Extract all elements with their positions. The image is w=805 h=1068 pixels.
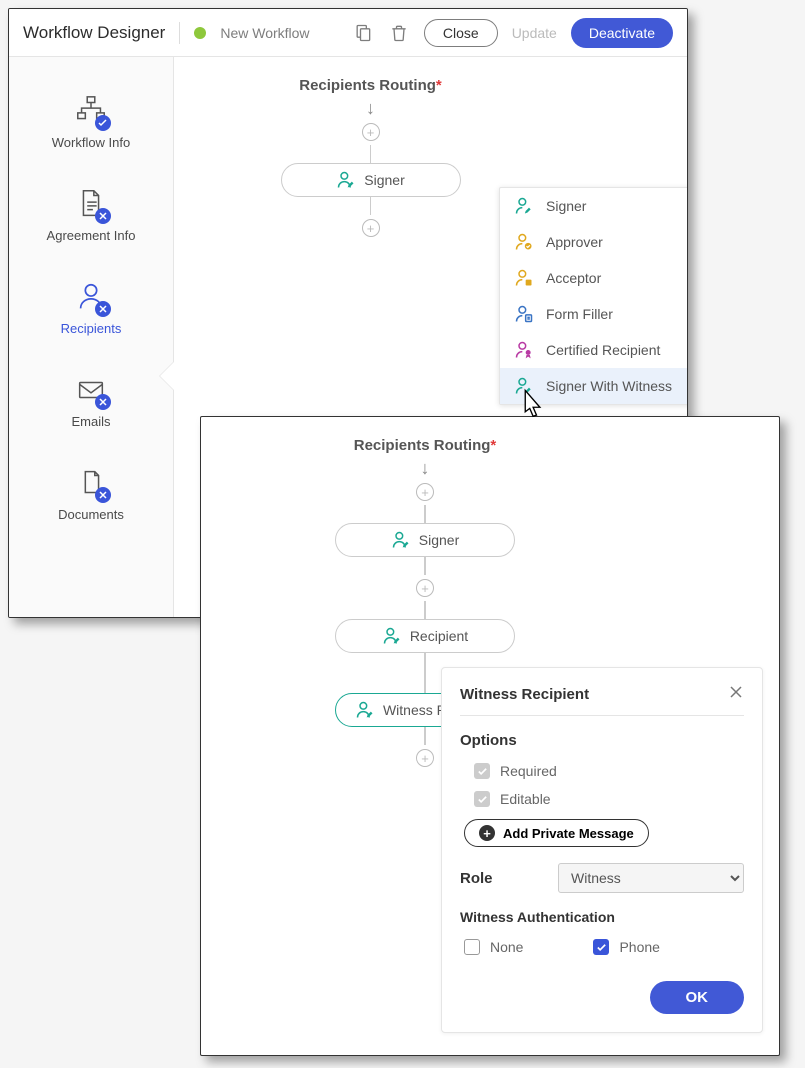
sidebar-item-emails[interactable]: Emails (9, 354, 173, 447)
ok-button[interactable]: OK (650, 981, 745, 1014)
role-dropdown: Signer Approver Acceptor Form Filler Cer… (499, 187, 688, 405)
dropdown-item-signer[interactable]: Signer (500, 188, 688, 224)
dropdown-item-approver[interactable]: Approver (500, 224, 688, 260)
close-icon[interactable] (728, 684, 744, 705)
dropdown-item-label: Approver (546, 234, 603, 250)
node-label: Signer (364, 172, 404, 188)
dropdown-item-label: Signer (546, 198, 586, 214)
person-icon (73, 279, 109, 315)
checkbox-required[interactable]: Required (460, 757, 744, 785)
properties-panel: Witness Recipient Options Required Edita… (441, 667, 763, 1033)
checkbox-label: Editable (500, 791, 551, 807)
divider (179, 22, 180, 44)
checkbox-icon (474, 763, 490, 779)
dropdown-item-label: Form Filler (546, 306, 613, 322)
routing-title: Recipients Routing* (299, 77, 442, 94)
dropdown-item-form-filler[interactable]: Form Filler (500, 296, 688, 332)
dropdown-item-certified-recipient[interactable]: Certified Recipient (500, 332, 688, 368)
checkbox-icon (474, 791, 490, 807)
options-heading: Options (460, 732, 744, 749)
connector (424, 653, 426, 693)
checkbox-label: None (490, 939, 523, 955)
add-step-button[interactable]: + (416, 579, 434, 597)
button-label: Add Private Message (503, 826, 634, 841)
connector (424, 557, 426, 575)
close-button[interactable]: Close (424, 19, 498, 47)
role-select[interactable]: Witness (558, 863, 744, 893)
active-pointer (160, 362, 174, 390)
recipient-node-recipient[interactable]: Recipient (335, 619, 515, 653)
app-title: Workflow Designer (23, 23, 165, 43)
role-label: Role (460, 870, 540, 887)
auth-heading: Witness Authentication (460, 909, 744, 925)
deactivate-button[interactable]: Deactivate (571, 18, 673, 48)
panel-title: Witness Recipient (460, 686, 589, 703)
checkbox-label: Phone (619, 939, 659, 955)
sidebar-item-recipients[interactable]: Recipients (9, 261, 173, 354)
add-step-button[interactable]: + (362, 123, 380, 141)
arrow-down-icon: ↓ (421, 458, 430, 479)
connector (370, 145, 372, 163)
checkbox-editable[interactable]: Editable (460, 785, 744, 813)
node-label: Recipient (410, 628, 468, 644)
status-dot (194, 27, 206, 39)
checkbox-auth-none[interactable]: None (464, 933, 523, 961)
envelope-icon (73, 372, 109, 408)
status-text: New Workflow (220, 25, 309, 41)
cursor-icon (514, 387, 550, 423)
connector (424, 601, 426, 619)
add-step-button[interactable]: + (362, 219, 380, 237)
dropdown-item-label: Signer With Witness (546, 378, 672, 394)
recipient-node-signer[interactable]: Signer (335, 523, 515, 557)
add-step-button[interactable]: + (416, 483, 434, 501)
update-button[interactable]: Update (512, 25, 557, 41)
recipient-node-signer[interactable]: Signer (281, 163, 461, 197)
checkbox-label: Required (500, 763, 557, 779)
sidebar-item-label: Recipients (61, 321, 122, 336)
plus-icon: + (479, 825, 495, 841)
add-private-message-button[interactable]: + Add Private Message (464, 819, 649, 847)
checkbox-auth-phone[interactable]: Phone (593, 933, 659, 961)
copy-icon[interactable] (352, 22, 374, 44)
connector (370, 197, 372, 215)
dropdown-item-label: Certified Recipient (546, 342, 660, 358)
routing-title: Recipients Routing* (354, 437, 497, 454)
checkbox-icon (593, 939, 609, 955)
connector (424, 505, 426, 523)
dropdown-item-acceptor[interactable]: Acceptor (500, 260, 688, 296)
checkbox-icon (464, 939, 480, 955)
sidebar-item-label: Emails (71, 414, 110, 429)
add-step-button[interactable]: + (416, 749, 434, 767)
connector (424, 727, 426, 745)
arrow-down-icon: ↓ (366, 98, 375, 119)
trash-icon[interactable] (388, 22, 410, 44)
dropdown-item-label: Acceptor (546, 270, 601, 286)
node-label: Signer (419, 532, 459, 548)
